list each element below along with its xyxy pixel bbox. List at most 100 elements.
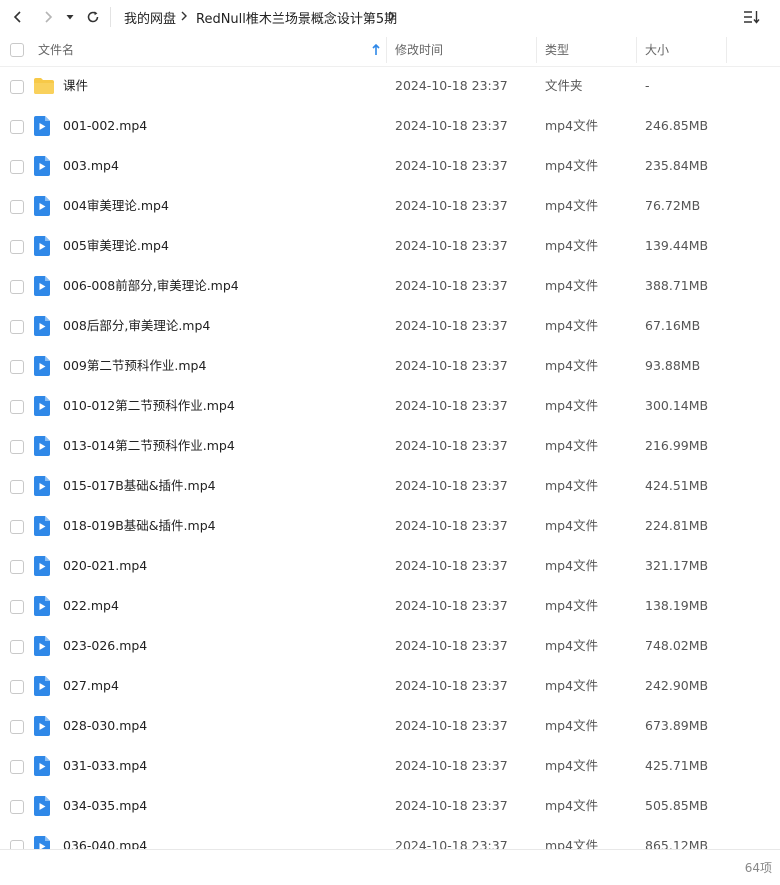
file-name[interactable]: 023-026.mp4 [63,626,147,666]
video-file-icon [33,356,53,376]
file-type: mp4文件 [545,438,599,453]
file-name[interactable]: 031-033.mp4 [63,746,147,786]
file-name[interactable]: 015-017B基础&插件.mp4 [63,466,216,506]
file-size: 300.14MB [645,398,709,413]
file-type: mp4文件 [545,278,599,293]
file-name[interactable]: 013-014第二节预科作业.mp4 [63,426,235,466]
file-name[interactable]: 036-040.mp4 [63,826,147,849]
file-row[interactable]: 010-012第二节预科作业.mp4 2024-10-18 23:37 mp4文件 3… [0,386,780,426]
forward-button[interactable] [38,7,58,27]
history-dropdown-button[interactable] [62,7,78,27]
breadcrumb-root[interactable]: 我的网盘 [124,8,176,27]
file-row[interactable]: 023-026.mp4 2024-10-18 23:37 mp4文件 748.02MB [0,626,780,666]
video-file-icon [33,636,53,656]
file-name[interactable]: 022.mp4 [63,586,119,626]
select-all-checkbox[interactable] [10,43,24,57]
header-name[interactable]: 文件名 [38,34,74,66]
file-name[interactable]: 028-030.mp4 [63,706,147,746]
file-name[interactable]: 020-021.mp4 [63,546,147,586]
header-modified[interactable]: 修改时间 [395,34,443,66]
file-row[interactable]: 036-040.mp4 2024-10-18 23:37 mp4文件 865.12MB [0,826,780,849]
file-row[interactable]: 020-021.mp4 2024-10-18 23:37 mp4文件 321.17MB [0,546,780,586]
row-checkbox[interactable] [10,400,24,414]
row-checkbox[interactable] [10,120,24,134]
header-size[interactable]: 大小 [645,34,669,66]
sort-view-button[interactable] [742,7,762,27]
header-type[interactable]: 类型 [545,34,569,66]
file-size: 216.99MB [645,438,709,453]
column-divider[interactable] [726,37,727,63]
file-modified-time: 2024-10-18 23:37 [395,158,508,173]
file-type: mp4文件 [545,198,599,213]
file-row[interactable]: 001-002.mp4 2024-10-18 23:37 mp4文件 246.85MB [0,106,780,146]
file-row[interactable]: 028-030.mp4 2024-10-18 23:37 mp4文件 673.89MB [0,706,780,746]
row-checkbox[interactable] [10,440,24,454]
row-checkbox[interactable] [10,280,24,294]
breadcrumb-chevron-icon [389,11,395,21]
video-file-icon [33,156,53,176]
row-checkbox[interactable] [10,200,24,214]
row-checkbox[interactable] [10,160,24,174]
file-name[interactable]: 010-012第二节预科作业.mp4 [63,386,235,426]
file-name[interactable]: 004审美理论.mp4 [63,186,169,226]
file-size: 139.44MB [645,238,709,253]
file-row[interactable]: 027.mp4 2024-10-18 23:37 mp4文件 242.90MB [0,666,780,706]
file-name[interactable]: 027.mp4 [63,666,119,706]
sort-list-icon [744,11,760,24]
file-size: 138.19MB [645,598,709,613]
refresh-button[interactable] [83,7,103,27]
file-row[interactable]: 015-017B基础&插件.mp4 2024-10-18 23:37 mp4文件 42… [0,466,780,506]
row-checkbox[interactable] [10,480,24,494]
row-checkbox[interactable] [10,760,24,774]
file-row[interactable]: 034-035.mp4 2024-10-18 23:37 mp4文件 505.85MB [0,786,780,826]
file-row[interactable]: 022.mp4 2024-10-18 23:37 mp4文件 138.19MB [0,586,780,626]
item-count: 64项 [744,861,772,875]
file-row[interactable]: 006-008前部分,审美理论.mp4 2024-10-18 23:37 mp4文件… [0,266,780,306]
column-divider[interactable] [636,37,637,63]
breadcrumb-current[interactable]: RedNull椎木兰场景概念设计第5期 [196,8,397,27]
file-name[interactable]: 课件 [63,66,88,106]
row-checkbox[interactable] [10,640,24,654]
file-row[interactable]: 013-014第二节预科作业.mp4 2024-10-18 23:37 mp4文件 2… [0,426,780,466]
file-row[interactable]: 018-019B基础&插件.mp4 2024-10-18 23:37 mp4文件 22… [0,506,780,546]
file-row[interactable]: 003.mp4 2024-10-18 23:37 mp4文件 235.84MB [0,146,780,186]
file-name[interactable]: 009第二节预科作业.mp4 [63,346,206,386]
toolbar-divider [110,7,111,27]
video-file-icon [33,396,53,416]
status-bar: 64项 [0,849,780,885]
column-divider[interactable] [536,37,537,63]
video-file-icon [33,236,53,256]
file-type: mp4文件 [545,598,599,613]
file-row[interactable]: 004审美理论.mp4 2024-10-18 23:37 mp4文件 76.72MB [0,186,780,226]
row-checkbox[interactable] [10,80,24,94]
sort-ascending-icon[interactable] [371,44,381,56]
video-file-icon [33,516,53,536]
back-button[interactable] [8,7,28,27]
file-row[interactable]: 009第二节预科作业.mp4 2024-10-18 23:37 mp4文件 93.88… [0,346,780,386]
file-row[interactable]: 008后部分,审美理论.mp4 2024-10-18 23:37 mp4文件 67.1… [0,306,780,346]
file-row[interactable]: 课件 2024-10-18 23:37 文件夹 - [0,66,780,106]
row-checkbox[interactable] [10,240,24,254]
row-checkbox[interactable] [10,600,24,614]
row-checkbox[interactable] [10,520,24,534]
column-divider[interactable] [386,37,387,63]
file-row[interactable]: 031-033.mp4 2024-10-18 23:37 mp4文件 425.71MB [0,746,780,786]
row-checkbox[interactable] [10,560,24,574]
file-name[interactable]: 001-002.mp4 [63,106,147,146]
file-name[interactable]: 034-035.mp4 [63,786,147,826]
row-checkbox[interactable] [10,360,24,374]
file-size: 321.17MB [645,558,709,573]
file-name[interactable]: 008后部分,审美理论.mp4 [63,306,210,346]
file-modified-time: 2024-10-18 23:37 [395,598,508,613]
file-name[interactable]: 006-008前部分,审美理论.mp4 [63,266,239,306]
row-checkbox[interactable] [10,800,24,814]
row-checkbox[interactable] [10,720,24,734]
file-name[interactable]: 003.mp4 [63,146,119,186]
file-name[interactable]: 005审美理论.mp4 [63,226,169,266]
file-size: 242.90MB [645,678,709,693]
row-checkbox[interactable] [10,840,24,849]
file-row[interactable]: 005审美理论.mp4 2024-10-18 23:37 mp4文件 139.44MB [0,226,780,266]
file-name[interactable]: 018-019B基础&插件.mp4 [63,506,216,546]
row-checkbox[interactable] [10,320,24,334]
row-checkbox[interactable] [10,680,24,694]
